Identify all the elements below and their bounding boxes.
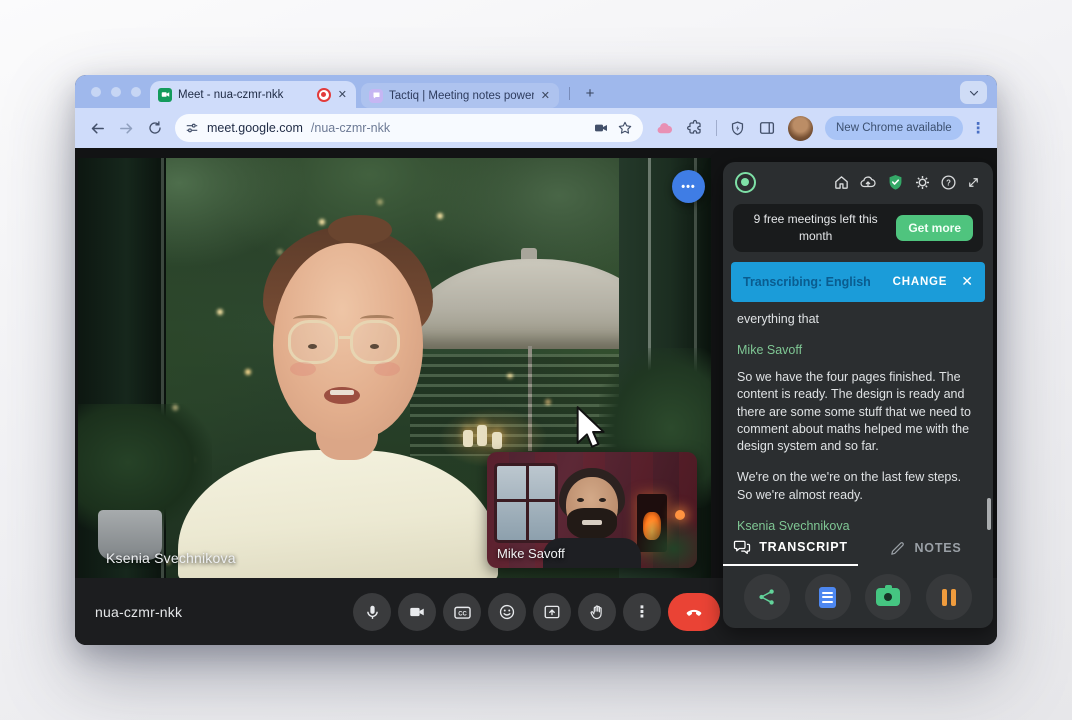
transcribing-banner: Transcribing: English CHANGE ✕ — [731, 262, 985, 302]
transcript-entry: So we have the four pages finished. The … — [737, 369, 979, 455]
captions-button[interactable]: CC — [443, 593, 481, 631]
camera-capture-icon — [876, 588, 900, 606]
banner-close-icon[interactable]: ✕ — [961, 273, 973, 290]
main-video-tile: Mike Savoff Ksenia Svechnikova — [78, 158, 711, 578]
browser-menu-icon[interactable]: ⋮ — [971, 119, 986, 137]
mouse-cursor — [575, 406, 605, 448]
raise-hand-button[interactable] — [578, 593, 616, 631]
extensions-puzzle-icon[interactable] — [686, 119, 704, 137]
back-button[interactable] — [89, 120, 106, 137]
panel-tabs: TRANSCRIPT NOTES — [723, 530, 993, 566]
shield-check-icon[interactable] — [886, 173, 905, 192]
quota-text: 9 free meetings left this month — [743, 211, 888, 245]
transcript-entry: everything that — [737, 311, 979, 328]
toolbar-divider — [716, 120, 717, 136]
screenshot-button[interactable] — [865, 574, 911, 620]
tab-tactiq-title: Tactiq | Meeting notes power — [389, 90, 534, 102]
extension-cloud-icon[interactable] — [655, 119, 674, 138]
export-docs-button[interactable] — [805, 574, 851, 620]
meet-page: Mike Savoff Ksenia Svechnikova ••• nua-c… — [75, 148, 997, 645]
chat-bubble-icon — [733, 538, 751, 556]
tab-divider — [569, 87, 570, 100]
transcript-list[interactable]: everything that Mike Savoff So we have t… — [723, 302, 993, 530]
end-call-button[interactable] — [668, 593, 720, 631]
reload-button[interactable] — [147, 120, 163, 136]
candle — [492, 432, 502, 449]
profile-avatar[interactable] — [788, 116, 813, 141]
get-more-button[interactable]: Get more — [896, 215, 973, 241]
pause-transcript-button[interactable] — [926, 574, 972, 620]
help-icon[interactable]: ? — [940, 174, 957, 191]
url-host: meet.google.com — [207, 121, 303, 135]
change-language-button[interactable]: CHANGE — [893, 276, 948, 288]
tactiq-logo-icon — [735, 172, 756, 193]
panel-scrollbar[interactable] — [987, 498, 991, 530]
candle — [477, 425, 487, 446]
tab-capture-icon[interactable] — [593, 120, 609, 136]
site-settings-icon[interactable] — [185, 121, 199, 135]
transcript-entry: We're on the we're on the last few steps… — [737, 469, 979, 504]
svg-text:?: ? — [946, 178, 951, 187]
pip-name-label: Mike Savoff — [497, 546, 565, 561]
share-button[interactable] — [744, 574, 790, 620]
tab-notes[interactable]: NOTES — [858, 530, 993, 566]
url-path: /nua-czmr-nkk — [311, 121, 390, 135]
speaker-name: Ksenia Svechnikova — [737, 518, 979, 530]
main-name-label: Ksenia Svechnikova — [106, 550, 236, 566]
panel-actions — [723, 566, 993, 628]
svg-text:CC: CC — [458, 611, 467, 617]
tab-meet-close-icon[interactable]: ✕ — [337, 88, 348, 101]
cloud-upload-icon[interactable] — [859, 173, 877, 191]
new-tab-button[interactable]: + — [579, 82, 601, 104]
meeting-code: nua-czmr-nkk — [95, 604, 182, 620]
pause-icon — [942, 589, 956, 606]
tab-strip: Meet - nua-czmr-nkk ✕ Tactiq | Meeting n… — [75, 75, 997, 108]
present-button[interactable] — [533, 593, 571, 631]
tab-transcript[interactable]: TRANSCRIPT — [723, 530, 858, 566]
window-controls[interactable] — [91, 87, 141, 97]
microphone-button[interactable] — [353, 593, 391, 631]
tactiq-header: ? — [723, 162, 993, 202]
transcribing-label: Transcribing: English — [743, 275, 871, 289]
pip-video-tile[interactable]: Mike Savoff — [487, 452, 697, 568]
browser-toolbar: meet.google.com/nua-czmr-nkk New Chrome … — [75, 108, 997, 148]
tactiq-favicon-icon — [369, 89, 383, 103]
camera-button[interactable] — [398, 593, 436, 631]
tab-meet-title: Meet - nua-czmr-nkk — [178, 89, 311, 101]
reactions-button[interactable] — [488, 593, 526, 631]
glasses — [288, 320, 338, 364]
browser-window: Meet - nua-czmr-nkk ✕ Tactiq | Meeting n… — [75, 75, 997, 645]
speaker-name: Mike Savoff — [737, 342, 979, 359]
google-docs-icon — [819, 587, 836, 608]
side-panel-icon[interactable] — [758, 119, 776, 137]
tactiq-panel: ? 9 free meetings left this month Get mo… — [723, 162, 993, 628]
tab-meet[interactable]: Meet - nua-czmr-nkk ✕ — [150, 81, 356, 108]
tab-search-button[interactable] — [960, 81, 987, 104]
candle — [463, 430, 473, 447]
bookmark-star-icon[interactable] — [617, 120, 633, 136]
meet-favicon-icon — [158, 88, 172, 102]
pencil-icon — [889, 540, 906, 557]
more-options-button[interactable]: ⋮ — [623, 593, 661, 631]
chrome-update-button[interactable]: New Chrome available — [825, 116, 963, 140]
extension-shield-icon[interactable] — [729, 120, 746, 137]
chat-dots-icon: ••• — [681, 181, 696, 193]
tab-tactiq-close-icon[interactable]: ✕ — [540, 89, 551, 102]
home-icon[interactable] — [833, 174, 850, 191]
address-bar[interactable]: meet.google.com/nua-czmr-nkk — [175, 114, 643, 142]
quota-banner: 9 free meetings left this month Get more — [733, 204, 983, 252]
recording-indicator-icon — [317, 88, 331, 102]
tab-tactiq[interactable]: Tactiq | Meeting notes power ✕ — [361, 83, 559, 108]
resize-icon[interactable] — [966, 175, 981, 190]
settings-gear-icon[interactable] — [914, 174, 931, 191]
floating-chat-bubble[interactable]: ••• — [672, 170, 705, 203]
forward-button[interactable] — [118, 120, 135, 137]
pip-window — [497, 466, 555, 540]
